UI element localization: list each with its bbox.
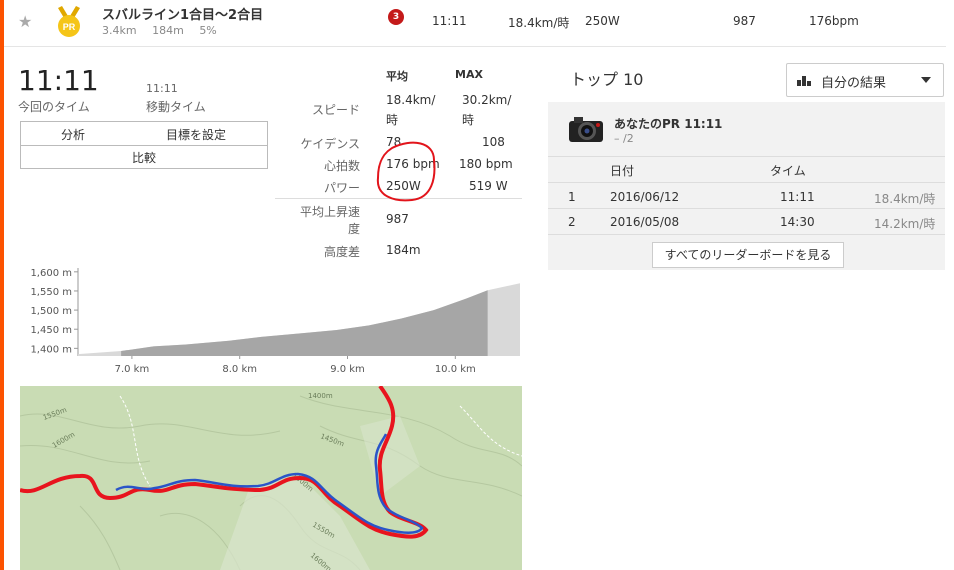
bar-chart-icon <box>797 76 811 86</box>
row-speed: 18.4km/時 <box>874 192 936 206</box>
y-tick-label: 1,450 m <box>30 325 72 336</box>
compare-button[interactable]: 比較 <box>21 149 267 166</box>
contour-label: 1400m <box>308 392 333 400</box>
y-tick-label: 1,600 m <box>30 268 72 279</box>
results-dropdown[interactable]: 自分の結果 <box>786 63 944 97</box>
rank-badge: 3 <box>388 9 404 25</box>
x-tick-label: 8.0 km <box>222 364 257 375</box>
elapsed-time-label: 今回のタイム <box>18 100 90 114</box>
medal-label: PR <box>63 22 76 32</box>
pr-rank: – /2 <box>614 132 634 145</box>
results-dropdown-label: 自分の結果 <box>821 76 887 91</box>
top10-title: トップ 10 <box>570 70 644 89</box>
speed-max: 30.2km/ <box>462 93 512 107</box>
action-buttons: 分析 目標を設定 比較 <box>20 121 268 169</box>
x-tick-label: 7.0 km <box>115 364 150 375</box>
date-column-header: 日付 <box>610 164 635 178</box>
divider <box>548 182 945 183</box>
speed-label: スピード <box>311 103 360 117</box>
view-all-leaderboards-button[interactable]: すべてのリーダーボードを見る <box>652 242 844 268</box>
leaderboard-panel: あなたのPR 11:11 – /2 日付 タイム 1 2016/06/12 11… <box>548 102 945 270</box>
segment-speed: 18.4km/時 <box>508 16 570 30</box>
segment-grade: 5% <box>199 24 217 37</box>
row-time: 11:11 <box>780 190 815 204</box>
time-column-header: タイム <box>770 164 806 178</box>
row-time: 14:30 <box>780 215 815 229</box>
y-tick-label: 1,500 m <box>30 306 72 317</box>
segment-stats: 3.4km 184m 5% <box>102 24 229 37</box>
elevation-gain-value: 184m <box>386 243 421 257</box>
segment-title[interactable]: スバルライン1合目～2合目 <box>102 4 263 23</box>
x-tick-label: 9.0 km <box>330 364 365 375</box>
row-speed: 14.2km/時 <box>874 217 936 231</box>
pr-header <box>548 102 945 156</box>
vam-label-cont: 度 <box>347 222 360 236</box>
moving-time-label: 移動タイム <box>146 100 206 114</box>
max-column-header: MAX <box>455 68 483 81</box>
segment-map[interactable]: 1550m 1600m 1400m 1450m 1500m 1550m 1600… <box>20 386 522 570</box>
pr-title: あなたのPR 11:11 <box>614 117 723 131</box>
row-rank: 2 <box>568 215 576 229</box>
speed-avg: 18.4km/ <box>386 93 436 107</box>
segment-heartrate: 176bpm <box>809 14 859 28</box>
divider <box>548 234 945 235</box>
moving-time: 11:11 <box>146 82 178 95</box>
elapsed-time: 11:11 <box>18 64 99 97</box>
speed-avg-unit: 時 <box>386 113 399 127</box>
segment-distance: 3.4km <box>102 24 137 37</box>
star-icon[interactable]: ★ <box>18 12 32 31</box>
divider <box>548 156 945 157</box>
row-date: 2016/05/08 <box>610 215 680 229</box>
avg-column-header: 平均 <box>386 70 408 83</box>
elevation-chart[interactable]: 1,600 m 1,550 m 1,500 m 1,450 m 1,400 m 7.0 k… <box>20 262 522 378</box>
pr-medal-icon: PR <box>54 6 84 38</box>
segment-time: 11:11 <box>432 14 467 28</box>
cadence-label: ケイデンス <box>300 137 360 151</box>
set-goal-button[interactable]: 目標を設定 <box>125 126 267 143</box>
power-label: パワー <box>323 181 360 195</box>
accent-bar <box>0 0 4 570</box>
heartrate-label: 心拍数 <box>323 159 360 173</box>
power-max: 519 W <box>469 179 508 193</box>
y-tick-label: 1,550 m <box>30 287 72 298</box>
segment-vam: 987 <box>733 14 756 28</box>
cadence-max: 108 <box>482 135 505 149</box>
vam-value: 987 <box>386 212 409 226</box>
chevron-down-icon <box>921 77 931 83</box>
heartrate-max: 180 bpm <box>459 157 513 171</box>
y-tick-label: 1,400 m <box>30 344 72 355</box>
annotation-circle <box>376 141 436 202</box>
speed-max-unit: 時 <box>462 113 475 127</box>
row-rank: 1 <box>568 190 576 204</box>
segment-elevation: 184m <box>152 24 184 37</box>
x-tick-label: 10.0 km <box>435 364 476 375</box>
analysis-button[interactable]: 分析 <box>21 126 125 143</box>
segment-power: 250W <box>585 14 620 28</box>
elevation-gain-label: 高度差 <box>323 245 360 259</box>
map-canvas: 1550m 1600m 1400m 1450m 1500m 1550m 1600… <box>20 386 522 570</box>
divider <box>548 208 945 209</box>
vam-label: 平均上昇速 <box>299 205 360 219</box>
row-date: 2016/06/12 <box>610 190 680 204</box>
divider <box>21 145 267 146</box>
segment-elevation-area <box>121 290 488 356</box>
camera-icon <box>569 117 603 142</box>
